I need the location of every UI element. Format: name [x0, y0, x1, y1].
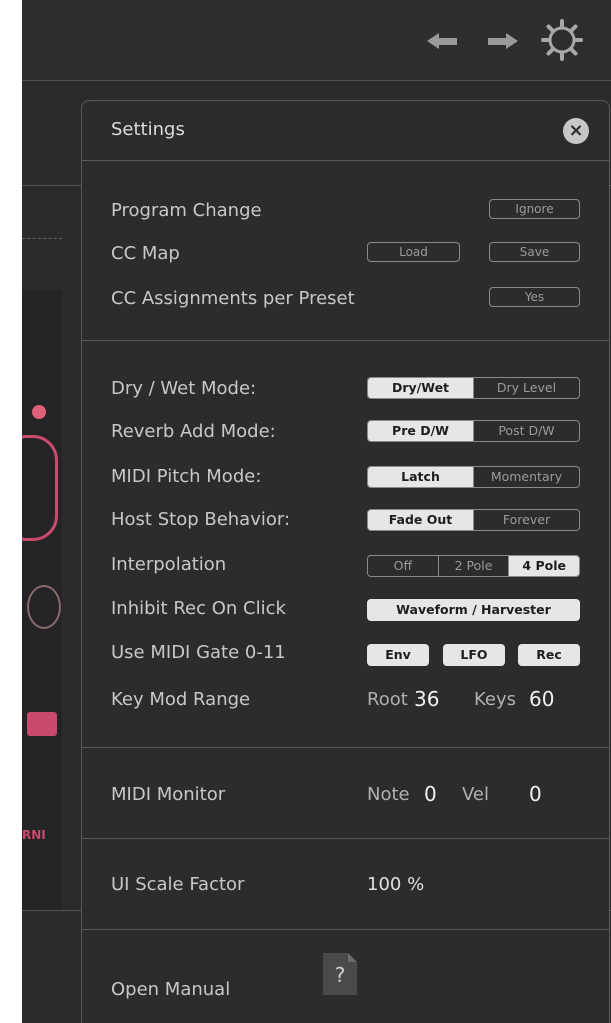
interp-2pole-option[interactable]: 2 Pole	[437, 556, 509, 576]
background-knob	[22, 435, 58, 541]
note-value: 0	[424, 782, 437, 806]
midi-monitor-label: MIDI Monitor	[111, 784, 226, 805]
interp-4pole-option[interactable]: 4 Pole	[508, 556, 579, 576]
dialog-title: Settings	[111, 119, 185, 140]
cc-map-save-button[interactable]: Save	[489, 242, 580, 262]
midi-pitch-mode-label: MIDI Pitch Mode:	[111, 466, 262, 487]
fade-out-option[interactable]: Fade Out	[368, 510, 473, 530]
root-value[interactable]: 36	[414, 687, 439, 711]
interp-off-option[interactable]: Off	[368, 556, 438, 576]
gate-lfo-button[interactable]: LFO	[443, 644, 505, 666]
program-change-button[interactable]: Ignore	[489, 199, 580, 219]
midi-pitch-mode-selector: Latch Momentary	[367, 466, 580, 488]
redo-arrow-icon[interactable]	[486, 30, 520, 52]
cc-map-load-button[interactable]: Load	[367, 242, 460, 262]
background-label: RNI	[22, 828, 46, 842]
latch-option[interactable]: Latch	[368, 467, 473, 487]
momentary-option[interactable]: Momentary	[473, 467, 579, 487]
host-stop-selector: Fade Out Forever	[367, 509, 580, 531]
background-figure-icon	[27, 585, 61, 629]
post-dw-option[interactable]: Post D/W	[473, 421, 579, 441]
cc-assignments-label: CC Assignments per Preset	[111, 288, 355, 309]
ui-scale-value[interactable]: 100 %	[367, 874, 424, 895]
divider	[82, 160, 609, 161]
waveform-harvester-button[interactable]: Waveform / Harvester	[367, 599, 580, 621]
divider	[82, 340, 609, 341]
dry-level-option[interactable]: Dry Level	[473, 378, 579, 398]
keys-label: Keys	[474, 689, 517, 710]
cc-map-label: CC Map	[111, 243, 180, 264]
undo-arrow-icon[interactable]	[425, 30, 459, 52]
root-label: Root	[367, 689, 408, 710]
dry-wet-mode-selector: Dry/Wet Dry Level	[367, 377, 580, 399]
reverb-add-mode-label: Reverb Add Mode:	[111, 421, 276, 442]
forever-option[interactable]: Forever	[473, 510, 579, 530]
app-window: RNI Settings × Program Change Ignore CC …	[22, 0, 611, 1023]
settings-dialog: Settings × Program Change Ignore CC Map …	[81, 100, 610, 1023]
vel-label: Vel	[462, 784, 489, 805]
reverb-add-mode-selector: Pre D/W Post D/W	[367, 420, 580, 442]
keys-value[interactable]: 60	[529, 687, 554, 711]
cc-assignments-toggle[interactable]: Yes	[489, 287, 580, 307]
host-stop-label: Host Stop Behavior:	[111, 509, 291, 530]
ui-scale-label: UI Scale Factor	[111, 874, 245, 895]
pre-dw-option[interactable]: Pre D/W	[368, 421, 473, 441]
open-manual-label: Open Manual	[111, 979, 231, 1000]
gear-icon[interactable]	[540, 18, 584, 62]
dry-wet-mode-label: Dry / Wet Mode:	[111, 378, 257, 399]
top-toolbar	[22, 0, 611, 81]
program-change-label: Program Change	[111, 200, 262, 221]
divider	[82, 929, 609, 930]
interpolation-selector: Off 2 Pole 4 Pole	[367, 555, 580, 577]
divider	[82, 838, 609, 839]
background-indicator	[32, 405, 46, 419]
note-label: Note	[367, 784, 410, 805]
close-circle-icon[interactable]: ×	[563, 118, 589, 144]
dry-wet-option[interactable]: Dry/Wet	[368, 378, 473, 398]
inhibit-rec-label: Inhibit Rec On Click	[111, 598, 286, 619]
vel-value: 0	[529, 782, 542, 806]
help-document-icon[interactable]: ?	[323, 953, 357, 995]
background-fader	[27, 712, 57, 736]
gate-rec-button[interactable]: Rec	[518, 644, 580, 666]
gate-env-button[interactable]: Env	[367, 644, 429, 666]
background-dashed-line	[22, 238, 62, 239]
key-mod-range-label: Key Mod Range	[111, 689, 251, 710]
interpolation-label: Interpolation	[111, 554, 227, 575]
divider	[82, 747, 609, 748]
midi-gate-label: Use MIDI Gate 0-11	[111, 642, 286, 663]
